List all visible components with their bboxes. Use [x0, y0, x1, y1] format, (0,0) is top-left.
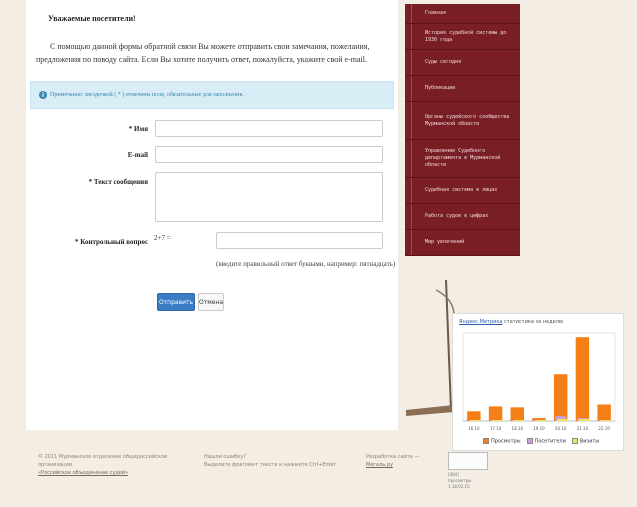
chart-plot-area	[462, 332, 616, 422]
nav-item-hobbies[interactable]: Мир увлечений	[405, 230, 520, 256]
bar-series-2-3[interactable]	[535, 420, 546, 421]
footer-developer: Разработка сайта — Мегаль.ру	[366, 453, 436, 469]
legend-swatch-visits	[571, 438, 578, 444]
counter-caption-line3: 1 18.02.15	[448, 484, 470, 489]
nav-item-judicial-community[interactable]: Органы судейского сообщества Мурманской …	[405, 102, 520, 140]
captcha-input[interactable]	[216, 232, 383, 249]
message-label: * Текст сообщения	[88, 178, 148, 186]
info-icon: i	[39, 91, 47, 99]
submit-button[interactable]: Отправить	[157, 293, 195, 311]
legend-item-visits[interactable]: Визиты	[571, 438, 600, 445]
nav-item-publications[interactable]: Публикации	[405, 76, 520, 102]
footer-typo-heading: Нашли ошибку?	[204, 454, 247, 460]
legend-item-views[interactable]: Просмотры	[483, 438, 521, 445]
nav-item-judicial-department[interactable]: Управление Судебного департамента в Мурм…	[405, 140, 520, 178]
footer-typo-instruction: Выделите фрагмент текста и нажмите Ctrl+…	[204, 462, 336, 468]
captcha-question: 2+7 =	[154, 234, 171, 242]
greeting-heading: Уважаемые посетители!	[48, 14, 136, 23]
sidebar-nav: Главная История судебной системы до 1930…	[405, 4, 520, 256]
bar-series-0-6[interactable]	[597, 404, 611, 421]
bar-series-2-6[interactable]	[600, 420, 611, 421]
weekly-stats-chart: 16.10 17.10 18.10 19.10 20.10 21.10 22.10	[462, 332, 616, 431]
legend-swatch-visitors	[526, 438, 533, 444]
bar-series-0-4[interactable]	[553, 374, 568, 421]
nav-item-court-statistics[interactable]: Работа судов в цифрах	[405, 204, 520, 230]
legend-label-views: Просмотры	[491, 438, 521, 445]
bar-series-2-5[interactable]	[578, 419, 590, 421]
page-footer: © 2011 Мурманское отделение общероссийск…	[0, 445, 637, 507]
x-tick-label-6: 22.10	[598, 426, 610, 431]
x-tick-label-3: 19.10	[533, 426, 545, 431]
note-text: Примечание: звездочкой ( * ) отмечены по…	[50, 92, 244, 98]
email-label: E-mail	[127, 151, 148, 159]
chart-legend: Просмотры Посетители Визиты	[483, 438, 599, 445]
x-tick-label-4: 20.10	[555, 426, 567, 431]
metrika-title-rest: статистика за неделю	[504, 319, 564, 325]
footer-copyright-text: © 2011 Мурманское отделение общероссийск…	[38, 454, 168, 468]
captcha-hint: (введите правильный ответ буквами, напри…	[216, 260, 396, 268]
intro-text: С помощью данной формы обратной связи Вы…	[36, 42, 370, 64]
email-input[interactable]	[155, 146, 383, 163]
x-tick-label-1: 17.10	[490, 426, 502, 431]
required-fields-note: i Примечание: звездочкой ( * ) отмечены …	[30, 81, 394, 109]
footer-org-link[interactable]: «Российское объединение судей»	[38, 469, 188, 477]
feedback-form-panel: Уважаемые посетители! С помощью данной ф…	[26, 0, 398, 430]
nav-item-judicial-people[interactable]: Судебная система в лицах	[405, 178, 520, 204]
counter-caption: [404] просмотры 1 18.02.15	[448, 472, 488, 490]
footer-typo-notice: Нашли ошибку? Выделите фрагмент текста и…	[204, 453, 344, 469]
bar-series-0-5[interactable]	[575, 337, 590, 421]
metrika-title: Яндекс.Метрика статистика за неделю	[459, 319, 563, 325]
footer-developer-link[interactable]: Мегаль.ру	[366, 461, 436, 469]
decorative-book-illustration	[406, 279, 455, 416]
footer-copyright: © 2011 Мурманское отделение общероссийск…	[38, 453, 188, 477]
x-tick-label-2: 18.10	[512, 426, 524, 431]
legend-label-visits: Визиты	[579, 438, 600, 445]
message-textarea[interactable]	[155, 172, 383, 222]
yandex-metrika-widget[interactable]: Яндекс.Метрика статистика за неделю 16.1…	[452, 313, 624, 451]
name-label: * Имя	[128, 125, 148, 133]
cancel-button[interactable]: Отмена	[198, 293, 224, 311]
bar-series-2-2[interactable]	[513, 420, 525, 421]
nav-item-home[interactable]: Главная	[405, 4, 520, 24]
legend-label-visitors: Посетители	[534, 438, 566, 445]
legend-swatch-views	[483, 438, 489, 444]
bar-series-0-2[interactable]	[510, 407, 525, 421]
legend-item-visitors[interactable]: Посетители	[526, 438, 566, 445]
captcha-label: * Контрольный вопрос	[74, 238, 148, 246]
visitor-counter-badge[interactable]	[448, 452, 488, 470]
footer-developer-text: Разработка сайта —	[366, 454, 420, 460]
metrika-brand-link[interactable]: Яндекс.Метрика	[459, 319, 502, 325]
bar-series-2-1[interactable]	[491, 420, 503, 421]
x-tick-label-0: 16.10	[468, 426, 480, 431]
name-input[interactable]	[155, 120, 383, 137]
x-tick-label-5: 21.10	[577, 426, 589, 431]
nav-item-history[interactable]: История судебной системы до 1930 года	[405, 24, 520, 50]
bar-series-2-0[interactable]	[470, 420, 481, 421]
bar-series-0-0[interactable]	[467, 411, 481, 421]
bar-series-0-1[interactable]	[488, 406, 503, 421]
nav-item-courts-today[interactable]: Суды сегодня	[405, 50, 520, 76]
bar-series-2-4[interactable]	[556, 419, 568, 421]
